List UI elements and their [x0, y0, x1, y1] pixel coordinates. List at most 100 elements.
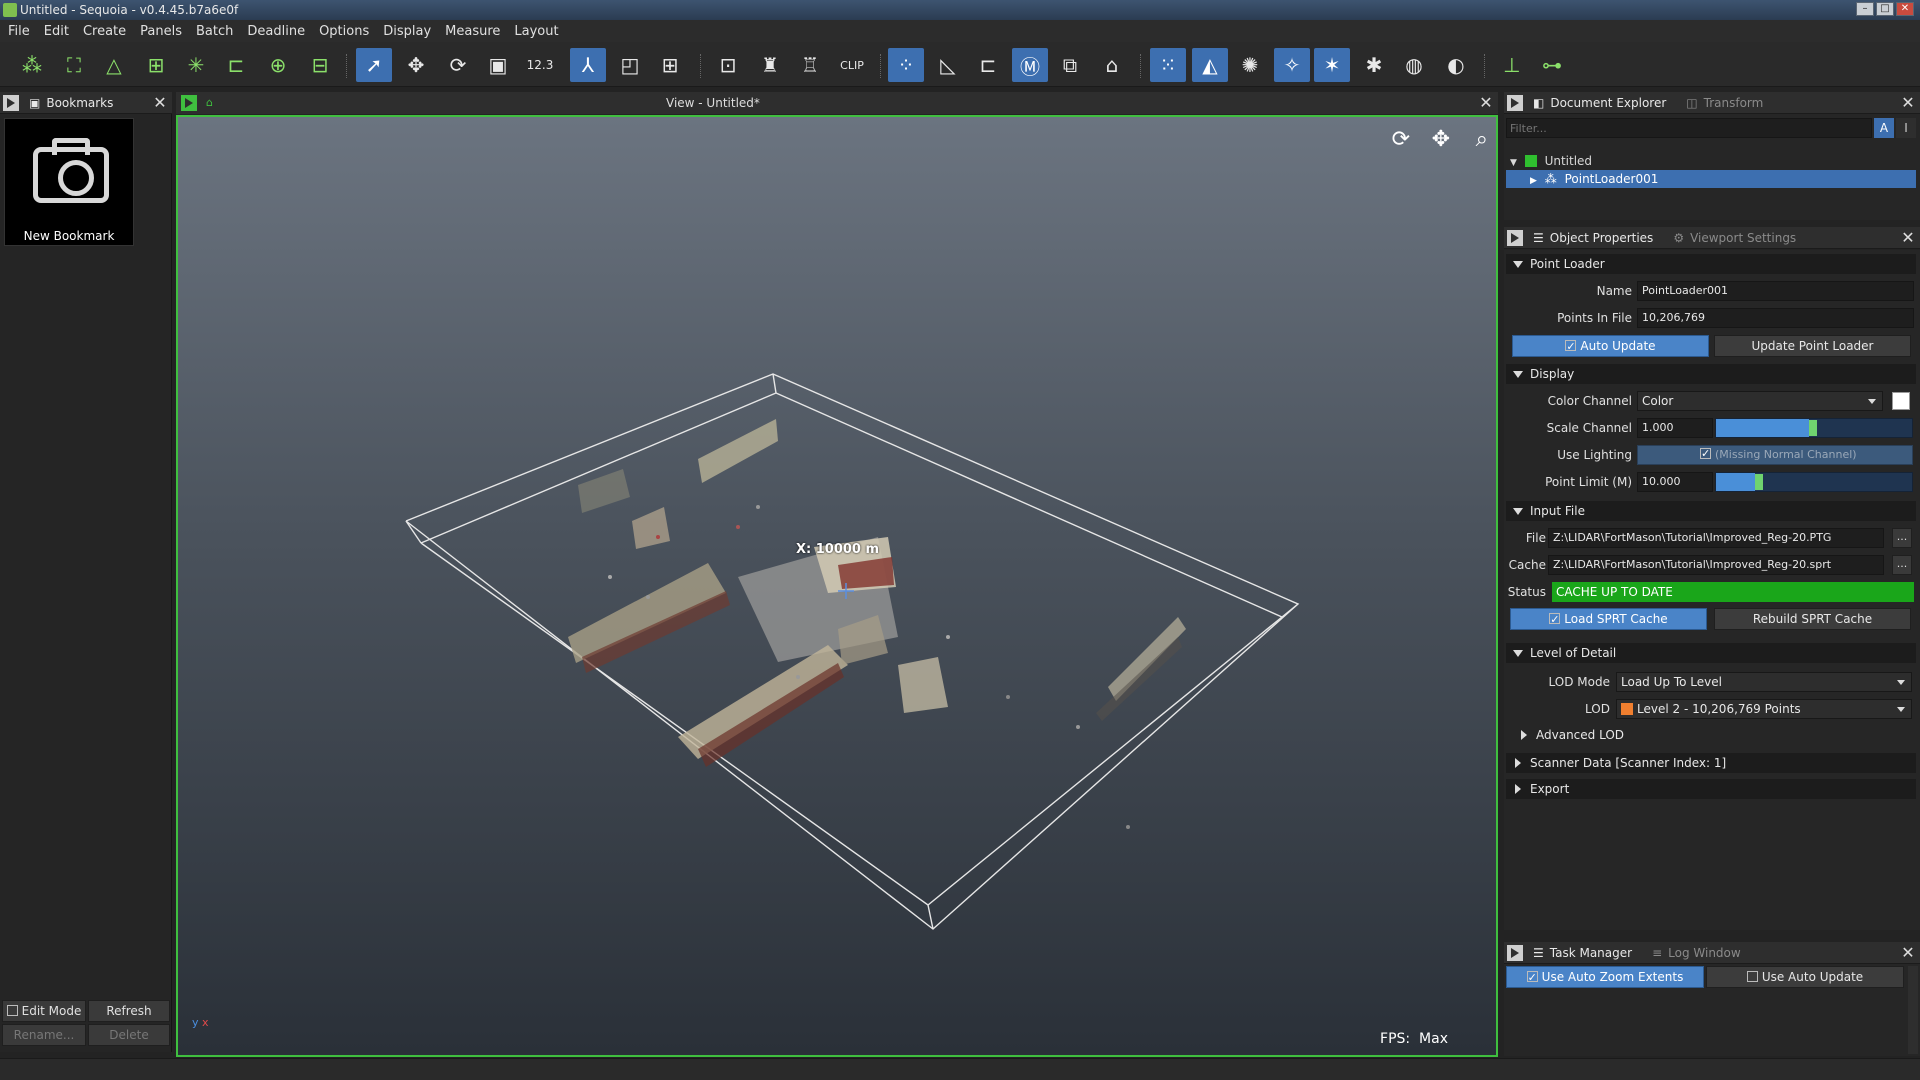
section-export[interactable]: Export — [1506, 779, 1916, 799]
viewport-toggle-icon[interactable] — [181, 95, 197, 111]
tab-bookmarks[interactable]: ▣ Bookmarks — [19, 92, 123, 114]
sparkle-icon[interactable]: ✶ — [1314, 48, 1350, 82]
pan-icon[interactable]: ✥ — [1432, 127, 1450, 152]
menu-create[interactable]: Create — [83, 24, 126, 39]
rename-button[interactable]: Rename... — [2, 1024, 86, 1046]
star-icon[interactable]: ✱ — [1356, 48, 1392, 82]
maximize-button[interactable]: □ — [1876, 2, 1894, 16]
3d-viewport[interactable]: X: 10000 m ⟳ ✥ ⌕ y x FPS: Max — [176, 115, 1498, 1057]
filter-input[interactable] — [1506, 118, 1872, 138]
create-transform-icon[interactable]: ⊏ — [218, 48, 254, 82]
close-icon[interactable]: ✕ — [1900, 945, 1916, 961]
menu-layout[interactable]: Layout — [514, 24, 558, 39]
zoom-icon[interactable]: ⌕ — [1476, 127, 1488, 152]
color-channel-select[interactable]: Color — [1637, 391, 1883, 411]
orbit-icon[interactable]: ⟳ — [1392, 127, 1410, 152]
lod-plane-icon[interactable]: ◭ — [1192, 48, 1228, 82]
tab-viewport-settings[interactable]: ⚙ Viewport Settings — [1663, 227, 1806, 249]
lod-icon[interactable]: ⁙ — [1150, 48, 1186, 82]
section-point-loader[interactable]: Point Loader — [1506, 254, 1916, 274]
browse-cache-button[interactable]: ... — [1892, 555, 1912, 575]
menu-edit[interactable]: Edit — [44, 24, 69, 39]
measure-tool-icon[interactable]: 12.3 — [522, 48, 558, 82]
section-input-file[interactable]: Input File — [1506, 501, 1916, 521]
scale-channel-slider[interactable] — [1715, 418, 1913, 438]
create-point-loader-icon[interactable]: ⁂ — [14, 48, 50, 82]
points-display-icon[interactable]: ⁘ — [888, 48, 924, 82]
section-level-of-detail[interactable]: Level of Detail — [1506, 643, 1916, 663]
close-icon[interactable]: ✕ — [1900, 95, 1916, 111]
scrollbar[interactable] — [1908, 966, 1918, 1054]
menu-file[interactable]: File — [8, 24, 30, 39]
browse-file-button[interactable]: ... — [1892, 528, 1912, 548]
menu-measure[interactable]: Measure — [445, 24, 500, 39]
close-icon[interactable]: ✕ — [1900, 230, 1916, 246]
menu-panels[interactable]: Panels — [140, 24, 182, 39]
menu-options[interactable]: Options — [319, 24, 369, 39]
name-field[interactable]: PointLoader001 — [1637, 281, 1914, 301]
close-viewport-icon[interactable]: ✕ — [1478, 95, 1494, 111]
tab-transform[interactable]: ◫ Transform — [1676, 92, 1773, 114]
select-tool-icon[interactable]: ➚ — [356, 48, 392, 82]
light-icon[interactable]: ✧ — [1274, 48, 1310, 82]
bookmark-item[interactable]: New Bookmark — [4, 118, 134, 246]
tab-object-properties[interactable]: ☰ Object Properties — [1523, 227, 1663, 249]
point-limit-field[interactable]: 10.000 — [1637, 472, 1713, 492]
axis-tool-icon[interactable]: ⅄ — [570, 48, 606, 82]
lod-select[interactable]: Level 2 - 10,206,769 Points — [1616, 699, 1912, 719]
tab-document-explorer[interactable]: ◧ Document Explorer — [1523, 92, 1676, 114]
splat-icon[interactable]: ✺ — [1232, 48, 1268, 82]
load-sprt-cache-toggle[interactable]: Load SPRT Cache — [1510, 608, 1707, 630]
create-scatter-icon[interactable]: ✳ — [178, 48, 214, 82]
tab-log-window[interactable]: ≡ Log Window — [1642, 942, 1751, 964]
menu-deadline[interactable]: Deadline — [247, 24, 305, 39]
slider-handle[interactable] — [1809, 420, 1818, 436]
scale-tool-icon[interactable]: ▣ — [480, 48, 516, 82]
create-measure-icon[interactable]: ⊕ — [260, 48, 296, 82]
minimize-button[interactable]: – — [1856, 2, 1874, 16]
cache-path-field[interactable]: Z:\LIDAR\FortMason\Tutorial\Improved_Reg… — [1548, 555, 1884, 575]
plane-display-icon[interactable]: ◺ — [930, 48, 966, 82]
tab-task-manager[interactable]: ☰ Task Manager — [1523, 942, 1642, 964]
close-window-button[interactable]: ✕ — [1896, 2, 1914, 16]
tree-item-pointloader[interactable]: ▶ ⁂ PointLoader001 — [1506, 170, 1916, 188]
case-sensitive-icon[interactable]: A — [1874, 118, 1894, 138]
section-display[interactable]: Display — [1506, 364, 1916, 384]
update-point-loader-button[interactable]: Update Point Loader — [1714, 335, 1911, 357]
refresh-button[interactable]: Refresh — [88, 1000, 170, 1022]
box-view-icon[interactable]: ◰ — [612, 48, 648, 82]
lod-mode-select[interactable]: Load Up To Level — [1616, 672, 1912, 692]
use-auto-zoom-toggle[interactable]: Use Auto Zoom Extents — [1506, 966, 1704, 988]
sphere-icon[interactable]: ◐ — [1438, 48, 1474, 82]
globe-icon[interactable]: ◍ — [1396, 48, 1432, 82]
create-filter-icon[interactable]: ⊞ — [138, 48, 174, 82]
snapshot-icon[interactable]: ⌂ — [1094, 48, 1130, 82]
use-lighting-toggle[interactable]: (Missing Normal Channel) — [1637, 445, 1913, 465]
add-node-icon[interactable]: ⊥ — [1494, 48, 1530, 82]
clip-icon[interactable]: CLIP — [834, 48, 870, 82]
create-plane-icon[interactable]: △ — [96, 48, 132, 82]
delete-button[interactable]: Delete — [88, 1024, 170, 1046]
panel-toggle-icon[interactable] — [1507, 229, 1523, 246]
grid-view-icon[interactable]: ⊞ — [652, 48, 688, 82]
rotate-tool-icon[interactable]: ⟳ — [440, 48, 476, 82]
tower-icon[interactable]: ♖ — [792, 48, 828, 82]
menu-batch[interactable]: Batch — [196, 24, 233, 39]
create-mesh-icon[interactable]: ⛶ — [56, 48, 92, 82]
focus-icon[interactable]: ⊡ — [710, 48, 746, 82]
slider-handle[interactable] — [1754, 474, 1763, 490]
section-advanced-lod[interactable]: Advanced LOD — [1512, 725, 1916, 745]
camera-display-icon[interactable]: ⧉ — [1052, 48, 1088, 82]
point-limit-slider[interactable] — [1715, 472, 1913, 492]
panel-toggle-icon[interactable] — [3, 94, 19, 111]
move-tool-icon[interactable]: ✥ — [398, 48, 434, 82]
auto-update-toggle[interactable]: Auto Update — [1512, 335, 1709, 357]
file-path-field[interactable]: Z:\LIDAR\FortMason\Tutorial\Improved_Reg… — [1548, 528, 1884, 548]
panel-toggle-icon[interactable] — [1507, 944, 1523, 961]
tree-item-untitled[interactable]: ▼ Untitled — [1506, 152, 1916, 170]
section-display-icon[interactable]: ⊏ — [970, 48, 1006, 82]
color-swatch[interactable] — [1892, 392, 1910, 410]
edit-mode-toggle[interactable]: Edit Mode — [2, 1000, 86, 1022]
scale-channel-field[interactable]: 1.000 — [1637, 418, 1713, 438]
section-scanner-data[interactable]: Scanner Data [Scanner Index: 1] — [1506, 753, 1916, 773]
